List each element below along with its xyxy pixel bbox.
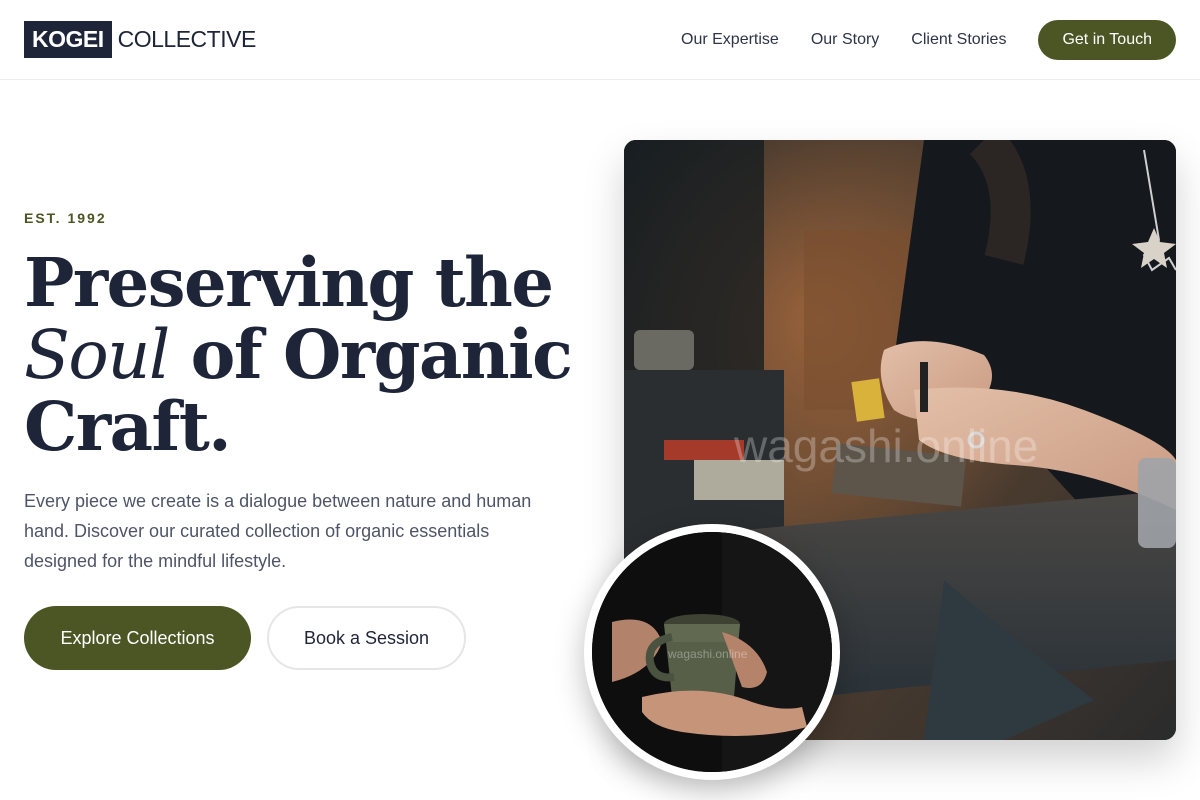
site-header: KOGEI COLLECTIVE Our Expertise Our Story… — [0, 0, 1200, 80]
headline-soul-word: Soul — [24, 316, 170, 394]
hero-description: Every piece we create is a dialogue betw… — [24, 491, 532, 571]
brand-logo[interactable]: KOGEI COLLECTIVE — [24, 21, 256, 58]
inset-photo-watermark: wagashi.online — [667, 647, 748, 661]
headline-line-1: Preserving the — [24, 243, 554, 322]
nav-link-client-stories[interactable]: Client Stories — [911, 31, 1006, 49]
headline-line-3: Craft. — [24, 387, 232, 466]
hero-headline: Preserving the Soul of Organic Craft. — [24, 247, 573, 466]
hero-eyebrow: EST. 1992 — [24, 210, 107, 226]
logo-mark: KOGEI — [24, 21, 112, 58]
book-session-button[interactable]: Book a Session — [267, 606, 466, 670]
explore-collections-button[interactable]: Explore Collections — [24, 606, 251, 670]
nav-link-our-story[interactable]: Our Story — [811, 31, 879, 49]
get-in-touch-button[interactable]: Get in Touch — [1038, 20, 1176, 60]
main-photo-watermark: wagashi.online — [733, 420, 1038, 472]
logo-wordmark: COLLECTIVE — [117, 26, 257, 52]
ceramic-mug-photo: wagashi.online — [584, 524, 840, 780]
nav-link-our-expertise[interactable]: Our Expertise — [681, 31, 779, 49]
main-nav: Our Expertise Our Story Client Stories G… — [681, 20, 1176, 60]
mug-illustration: wagashi.online — [592, 532, 832, 772]
headline-line-2: of Organic — [168, 315, 573, 394]
